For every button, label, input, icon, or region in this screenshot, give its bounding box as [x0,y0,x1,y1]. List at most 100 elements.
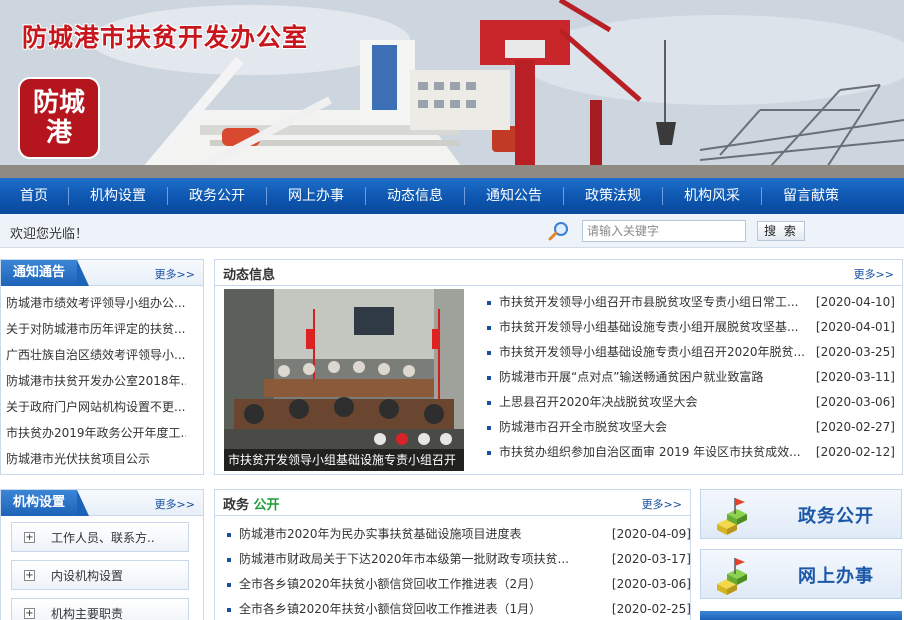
news-row-date: [2020-02-12] [815,445,895,459]
gov-row-date: [2020-02-25] [611,602,691,616]
welcome-text: 欢迎您光临！ [10,227,89,242]
list-item[interactable]: 防城港市光伏扶贫项目公示 [6,446,186,472]
bullet-icon [227,533,231,537]
news-row[interactable]: 市扶贫开发领导小组基础设施专责小组召开2020年脱贫... [2020-03-25… [485,340,895,365]
news-row-title[interactable]: 防城港市开展“点对点”输送畅通贫困户就业致富路 [499,365,813,390]
list-item[interactable]: 关于对防城港市历年评定的扶贫... [6,316,186,342]
plus-icon: + [24,607,35,619]
gov-row[interactable]: 全市各乡镇2020年扶贫小额信贷回收工作推进表（2月） [2020-03-06] [225,572,691,597]
news-row-date: [2020-03-25] [815,345,895,359]
list-item[interactable]: 市扶贫办2019年政务公开年度工... [6,420,186,446]
nav-online-services[interactable]: 网上办事 [267,178,365,214]
org-item[interactable]: + 内设机构设置 [11,560,189,590]
slide-caption[interactable]: 市扶贫开发领导小组基础设施专责小组召开 [224,449,464,471]
bullet-icon [487,401,491,405]
notices-panel: 通知通告 更多>> 防城港市绩效考评领导小组办公... 关于对防城港市历年评定的… [0,259,204,475]
org-title: 机构设置 [1,490,90,516]
search-icon[interactable] [548,221,570,241]
gov-row[interactable]: 防城港市财政局关于下达2020年市本级第一批财政专项扶贫... [2020-03-… [225,547,691,572]
news-header: 动态信息 更多>> [215,260,902,286]
quick-label: 政务公开 [798,506,874,527]
bullet-icon [487,351,491,355]
gov-row-title[interactable]: 全市各乡镇2020年扶贫小额信贷回收工作推进表（1月） [239,597,609,620]
org-item-label: 机构主要职责 [51,606,124,620]
gov-list: 防城港市2020年为民办实事扶贫基础设施项目进度表 [2020-04-09] 防城… [225,522,691,620]
bullet-icon [227,558,231,562]
nav-feedback[interactable]: 留言献策 [762,178,860,214]
gov-row-date: [2020-03-06] [611,577,691,591]
flag-cubes-icon [717,498,747,535]
news-row-title[interactable]: 市扶贫开发领导小组基础设施专责小组开展脱贫攻坚基... [499,315,813,340]
search-input[interactable] [582,220,746,242]
nav-news[interactable]: 动态信息 [366,178,464,214]
org-header: 机构设置 更多>> [1,490,203,516]
news-row[interactable]: 市扶贫开发领导小组基础设施专责小组开展脱贫攻坚基... [2020-04-01] [485,315,895,340]
news-row[interactable]: 防城港市开展“点对点”输送畅通贫困户就业致富路 [2020-03-11] [485,365,895,390]
news-row[interactable]: 防城港市召开全市脱贫攻坚大会 [2020-02-27] [485,415,895,440]
list-item[interactable]: 广西壮族自治区绩效考评领导小... [6,342,186,368]
gov-title: 政务 公开 [223,494,280,513]
news-row-title[interactable]: 市扶贫办组织参加自治区面审 2019 年设区市扶贫成效... [499,440,813,465]
nav-gov-affairs[interactable]: 政务公开 [168,178,266,214]
notices-more-link[interactable]: 更多>> [155,266,195,282]
plus-icon: + [24,531,35,543]
news-row-title[interactable]: 市扶贫开发领导小组召开市县脱贫攻坚专责小组日常工... [499,290,813,315]
gov-title-b: 公开 [253,498,280,513]
site-logo[interactable]: 防城港 [18,77,100,159]
list-item[interactable]: 防城港市扶贫开发办公室2018年... [6,368,186,394]
slide-dot[interactable] [418,433,430,445]
news-title: 动态信息 [223,268,276,283]
bullet-icon [487,326,491,330]
bullet-icon [227,583,231,587]
nav-organization[interactable]: 机构设置 [69,178,167,214]
search-button[interactable]: 搜 索 [757,221,805,241]
nav-home[interactable]: 首页 [0,178,68,214]
nav-notices[interactable]: 通知公告 [465,178,563,214]
quick-online-services-button[interactable]: 网上办事 [700,549,902,599]
list-item[interactable]: 关于政府门户网站机构设置不更... [6,394,186,420]
gov-panel: 政务 公开 更多>> 防城港市2020年为民办实事扶贫基础设施项目进度表 [202… [214,489,691,620]
notices-list: 防城港市绩效考评领导小组办公... 关于对防城港市历年评定的扶贫... 广西壮族… [6,290,186,472]
nav-policies[interactable]: 政策法规 [564,178,662,214]
slide-dot-active[interactable] [396,433,408,445]
gov-more-link[interactable]: 更多>> [642,496,682,512]
gov-row-title[interactable]: 防城港市2020年为民办实事扶贫基础设施项目进度表 [239,522,609,547]
slide-dot[interactable] [440,433,452,445]
bullet-icon [487,301,491,305]
news-row-title[interactable]: 市扶贫开发领导小组基础设施专责小组召开2020年脱贫... [499,340,813,365]
news-slideshow[interactable]: 市扶贫开发领导小组基础设施专责小组召开 [224,289,464,471]
gov-row[interactable]: 全市各乡镇2020年扶贫小额信贷回收工作推进表（1月） [2020-02-25] [225,597,691,620]
plus-icon: + [24,569,35,581]
site-title: 防城港市扶贫开发办公室 [22,23,309,52]
org-item[interactable]: + 机构主要职责 [11,598,189,620]
news-list: 市扶贫开发领导小组召开市县脱贫攻坚专责小组日常工... [2020-04-10] … [485,290,895,465]
gov-row-title[interactable]: 全市各乡镇2020年扶贫小额信贷回收工作推进表（2月） [239,572,609,597]
list-item[interactable]: 防城港市绩效考评领导小组办公... [6,290,186,316]
news-row-title[interactable]: 上思县召开2020年决战脱贫攻坚大会 [499,390,813,415]
news-more-link[interactable]: 更多>> [854,266,894,282]
slide-dot[interactable] [374,433,386,445]
news-row[interactable]: 上思县召开2020年决战脱贫攻坚大会 [2020-03-06] [485,390,895,415]
quick-gov-affairs-button[interactable]: 政务公开 [700,489,902,539]
news-row-date: [2020-03-06] [815,395,895,409]
org-item-label: 工作人员、联系方.. [51,530,155,545]
news-row[interactable]: 市扶贫开发领导小组召开市县脱贫攻坚专责小组日常工... [2020-04-10] [485,290,895,315]
bullet-icon [487,426,491,430]
org-item[interactable]: + 工作人员、联系方.. [11,522,189,552]
org-list: + 工作人员、联系方.. + 内设机构设置 + 机构主要职责 [11,522,189,620]
news-row-date: [2020-04-01] [815,320,895,334]
bullet-icon [487,451,491,455]
news-row-title[interactable]: 防城港市召开全市脱贫攻坚大会 [499,415,813,440]
gov-row[interactable]: 防城港市2020年为民办实事扶贫基础设施项目进度表 [2020-04-09] [225,522,691,547]
news-row[interactable]: 市扶贫办组织参加自治区面审 2019 年设区市扶贫成效... [2020-02-1… [485,440,895,465]
quick-label: 网上办事 [798,566,874,587]
org-more-link[interactable]: 更多>> [155,496,195,512]
nav-style[interactable]: 机构风采 [663,178,761,214]
news-row-date: [2020-02-27] [815,420,895,434]
gov-row-title[interactable]: 防城港市财政局关于下达2020年市本级第一批财政专项扶贫... [239,547,609,572]
main-nav: 首页 机构设置 政务公开 网上办事 动态信息 通知公告 政策法规 机构风采 留言… [0,178,904,214]
news-panel: 动态信息 更多>> 市扶贫开发领导小组基础设施专责小组召开 市扶贫开发领导小组召… [214,259,903,475]
gov-header: 政务 公开 更多>> [215,490,690,516]
bullet-icon [227,608,231,612]
gov-title-a: 政务 [223,498,250,513]
